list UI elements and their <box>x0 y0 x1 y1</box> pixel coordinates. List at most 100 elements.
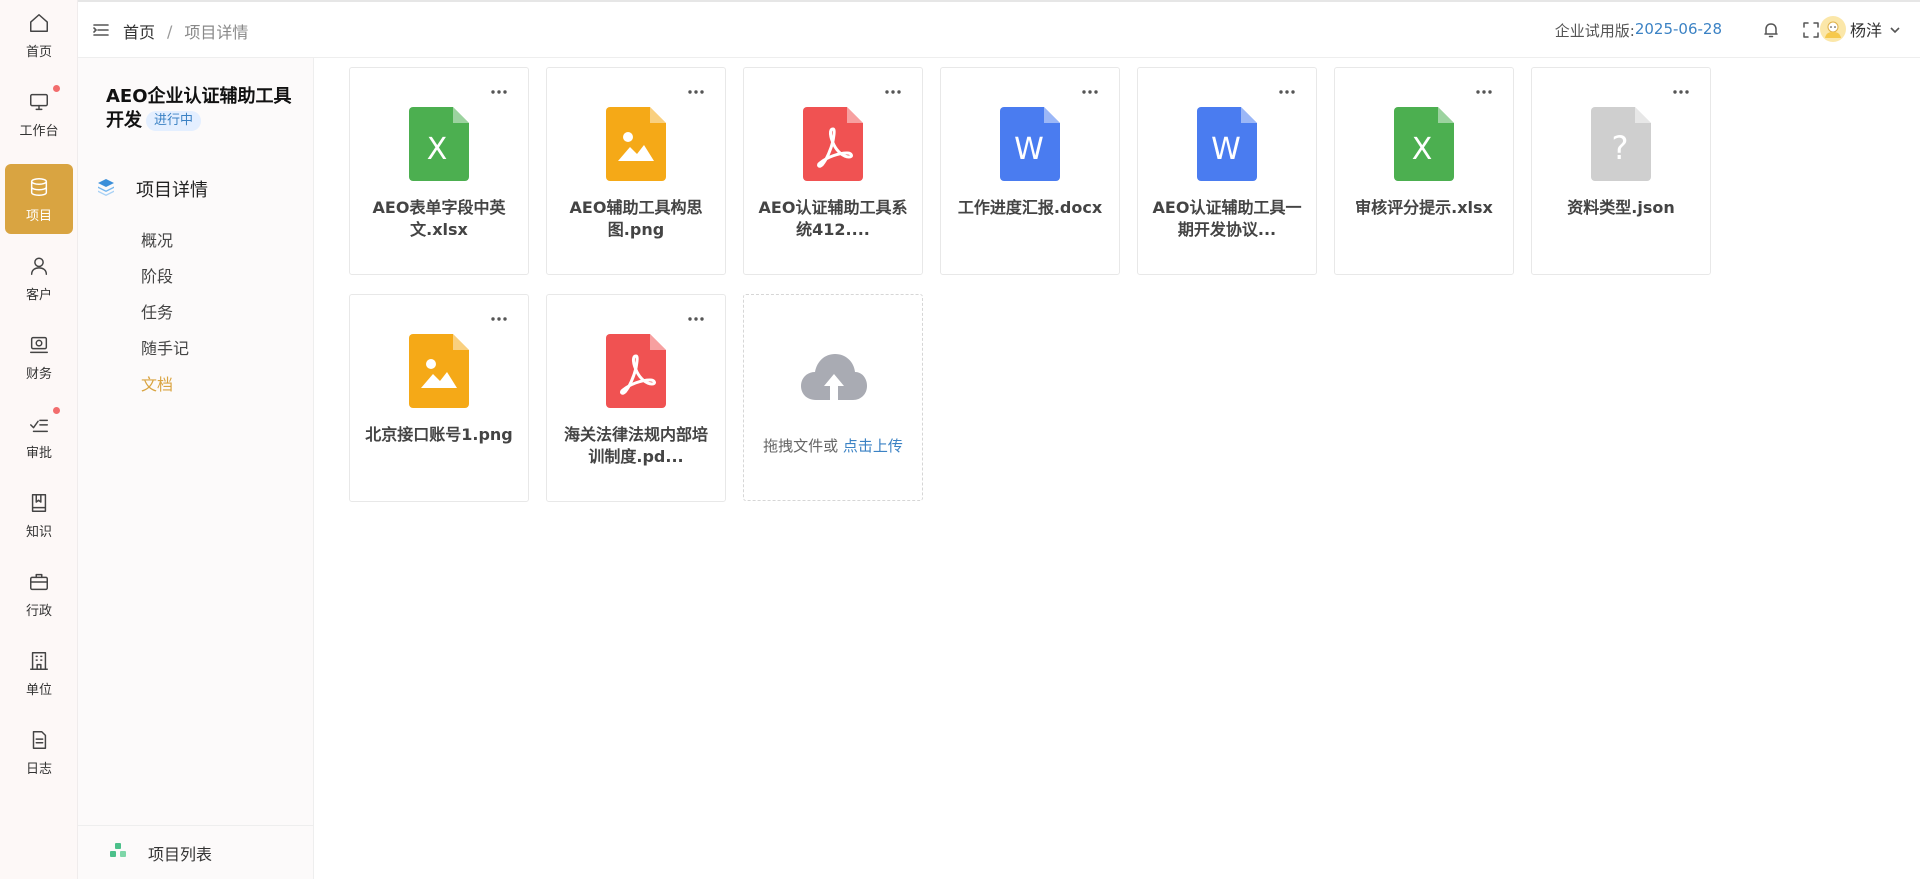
file-name: AEO认证辅助工具一期开发协议... <box>1152 198 1302 239</box>
more-icon[interactable] <box>687 309 705 321</box>
nav-item-knowledge[interactable]: 知识 <box>5 480 73 550</box>
nav-item-unit[interactable]: 单位 <box>5 638 73 708</box>
breadcrumb: 首页 / 项目详情 <box>123 19 248 43</box>
nav-item-label: 审批 <box>25 446 52 461</box>
nav-item-workbench[interactable]: 工作台 <box>5 79 73 149</box>
notification-dot <box>53 407 60 414</box>
file-name: AEO表单字段中英文.xlsx <box>372 198 506 239</box>
svg-text:?: ? <box>1612 129 1629 167</box>
svg-text:W: W <box>1014 132 1044 167</box>
more-icon[interactable] <box>1672 82 1690 94</box>
fullscreen-icon[interactable] <box>1802 21 1820 39</box>
file-name: 资料类型.json <box>1567 198 1675 217</box>
trial-info: 企业试用版: 2025-06-28 <box>1555 20 1722 41</box>
nav-item-home[interactable]: 首页 <box>5 0 73 70</box>
notification-dot <box>53 85 60 92</box>
file-card[interactable]: 海关法律法规内部培训制度.pd... <box>546 294 726 502</box>
svg-text:X: X <box>427 132 448 167</box>
file-card[interactable]: ? 资料类型.json <box>1531 67 1711 275</box>
nav-item-label: 日志 <box>25 762 52 777</box>
file-name: AEO认证辅助工具系统412.... <box>758 198 908 239</box>
user-name: 杨洋 <box>1849 21 1882 40</box>
section-title: 项目详情 <box>136 180 208 201</box>
upload-text: 拖拽文件或 点击上传 <box>744 435 922 456</box>
nav-item-log[interactable]: 日志 <box>5 717 73 787</box>
trial-label: 企业试用版: <box>1554 22 1635 40</box>
sub-item-documents[interactable]: 文档 <box>141 371 173 395</box>
sub-item-task[interactable]: 任务 <box>141 299 173 323</box>
more-icon[interactable] <box>1081 82 1099 94</box>
file-card[interactable]: 北京接口账号1.png <box>349 294 529 502</box>
sub-item-stage[interactable]: 阶段 <box>141 263 173 287</box>
breadcrumb-separator: / <box>167 21 173 41</box>
breadcrumb-current: 项目详情 <box>184 23 249 42</box>
briefcase-icon <box>26 569 52 595</box>
file-card[interactable]: AEO认证辅助工具系统412.... <box>743 67 923 275</box>
excel-icon: X <box>409 107 469 181</box>
status-badge: 进行中 <box>146 111 202 131</box>
upload-hint: 拖拽文件或 <box>763 437 839 455</box>
excel-icon: X <box>1394 107 1454 181</box>
image-icon <box>409 334 469 408</box>
user-menu[interactable]: 杨洋 <box>1819 16 1902 42</box>
more-icon[interactable] <box>490 309 508 321</box>
book-icon <box>26 490 52 516</box>
nav-item-project[interactable]: 项目 <box>5 164 73 234</box>
finance-icon <box>26 332 52 358</box>
file-name: 海关法律法规内部培训制度.pd... <box>563 425 708 466</box>
trial-date: 2025-06-28 <box>1634 20 1722 38</box>
nav-item-admin[interactable]: 行政 <box>5 559 73 629</box>
project-side-panel: AEO企业认证辅助工具开发 进行中 项目详情 概况 阶段 任务 随手记 文档 项目… <box>78 58 314 879</box>
more-icon[interactable] <box>1475 82 1493 94</box>
section-header: 项目详情 <box>96 176 208 202</box>
file-card[interactable]: AEO辅助工具构思图.png <box>546 67 726 275</box>
more-icon[interactable] <box>884 82 902 94</box>
project-title: AEO企业认证辅助工具开发 进行中 <box>106 85 302 133</box>
sub-item-notes[interactable]: 随手记 <box>141 335 189 359</box>
nav-item-label: 知识 <box>25 525 52 540</box>
unknown-file-icon: ? <box>1591 107 1651 181</box>
upload-dropzone[interactable]: 拖拽文件或 点击上传 <box>743 294 923 501</box>
blocks-icon <box>108 841 128 865</box>
file-card[interactable]: W 工作进度汇报.docx <box>940 67 1120 275</box>
file-name: 北京接口账号1.png <box>365 425 513 444</box>
file-card[interactable]: X AEO表单字段中英文.xlsx <box>349 67 529 275</box>
project-list-link[interactable]: 项目列表 <box>78 825 314 879</box>
log-icon <box>26 727 52 753</box>
breadcrumb-home[interactable]: 首页 <box>123 19 155 43</box>
sub-item-overview[interactable]: 概况 <box>141 227 173 251</box>
menu-toggle-icon[interactable] <box>92 21 110 39</box>
word-icon: W <box>1197 107 1257 181</box>
file-name: 工作进度汇报.docx <box>957 198 1103 217</box>
word-icon: W <box>1000 107 1060 181</box>
file-card[interactable]: X 审核评分提示.xlsx <box>1334 67 1514 275</box>
bell-icon[interactable] <box>1762 21 1780 39</box>
nav-item-label: 工作台 <box>19 124 59 139</box>
more-icon[interactable] <box>1278 82 1296 94</box>
file-name: AEO辅助工具构思图.png <box>569 198 703 239</box>
nav-item-customer[interactable]: 客户 <box>5 243 73 313</box>
layers-icon <box>96 177 116 201</box>
pdf-icon <box>606 334 666 408</box>
upload-link[interactable]: 点击上传 <box>843 437 903 455</box>
svg-text:X: X <box>1412 132 1433 167</box>
project-list-label: 项目列表 <box>148 844 213 864</box>
more-icon[interactable] <box>490 82 508 94</box>
nav-item-label: 客户 <box>25 288 52 303</box>
nav-item-label: 财务 <box>25 367 52 382</box>
nav-item-label: 首页 <box>25 45 52 60</box>
nav-item-finance[interactable]: 财务 <box>5 322 73 392</box>
svg-text:W: W <box>1211 132 1241 167</box>
top-header: 首页 / 项目详情 企业试用版: 2025-06-28 杨洋 <box>78 0 1920 58</box>
file-name: 审核评分提示.xlsx <box>1355 198 1493 217</box>
nav-item-label: 项目 <box>25 209 52 224</box>
file-card[interactable]: W AEO认证辅助工具一期开发协议... <box>1137 67 1317 275</box>
nav-item-approval[interactable]: 审批 <box>5 401 73 471</box>
more-icon[interactable] <box>687 82 705 94</box>
approval-icon <box>26 407 60 437</box>
pdf-icon <box>803 107 863 181</box>
nav-item-label: 单位 <box>25 683 52 698</box>
home-icon <box>26 10 52 36</box>
user-icon <box>26 253 52 279</box>
building-icon <box>26 648 52 674</box>
